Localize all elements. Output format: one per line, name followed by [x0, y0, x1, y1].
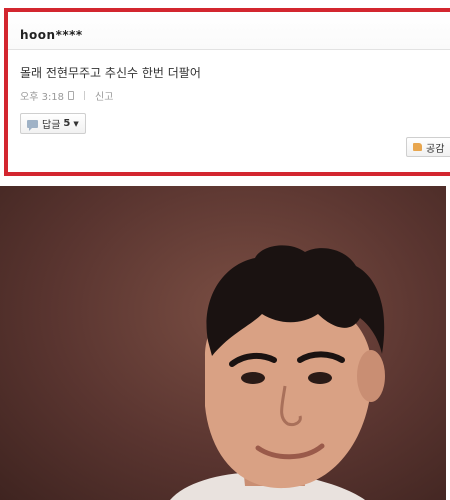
comment-meta: 오후 3:18 신고 [20, 88, 113, 103]
reply-label: 답글 [42, 120, 61, 131]
speech-bubble-icon [27, 119, 38, 131]
username: hoon**** [20, 28, 83, 42]
divider [84, 91, 86, 100]
report-link[interactable]: 신고 [95, 88, 113, 103]
reply-toggle-button[interactable]: 답글 5 ▼ [20, 113, 86, 134]
comment-header: hoon**** [8, 12, 450, 50]
portrait-illustration [170, 245, 385, 500]
reply-count: 5 [63, 118, 71, 129]
portrait-photo [0, 186, 446, 500]
like-button[interactable]: 공감 [406, 137, 450, 157]
thumbs-up-icon [413, 143, 422, 151]
like-label: 공감 [426, 143, 445, 155]
mobile-icon [68, 91, 75, 100]
comment-card: hoon**** 몰래 전현무주고 추신수 한번 더팔어 오후 3:18 신고 … [4, 8, 450, 176]
comment-time: 오후 3:18 [20, 92, 65, 103]
caret-down-icon: ▼ [73, 119, 79, 128]
comment-text: 몰래 전현무주고 추신수 한번 더팔어 [20, 66, 201, 80]
